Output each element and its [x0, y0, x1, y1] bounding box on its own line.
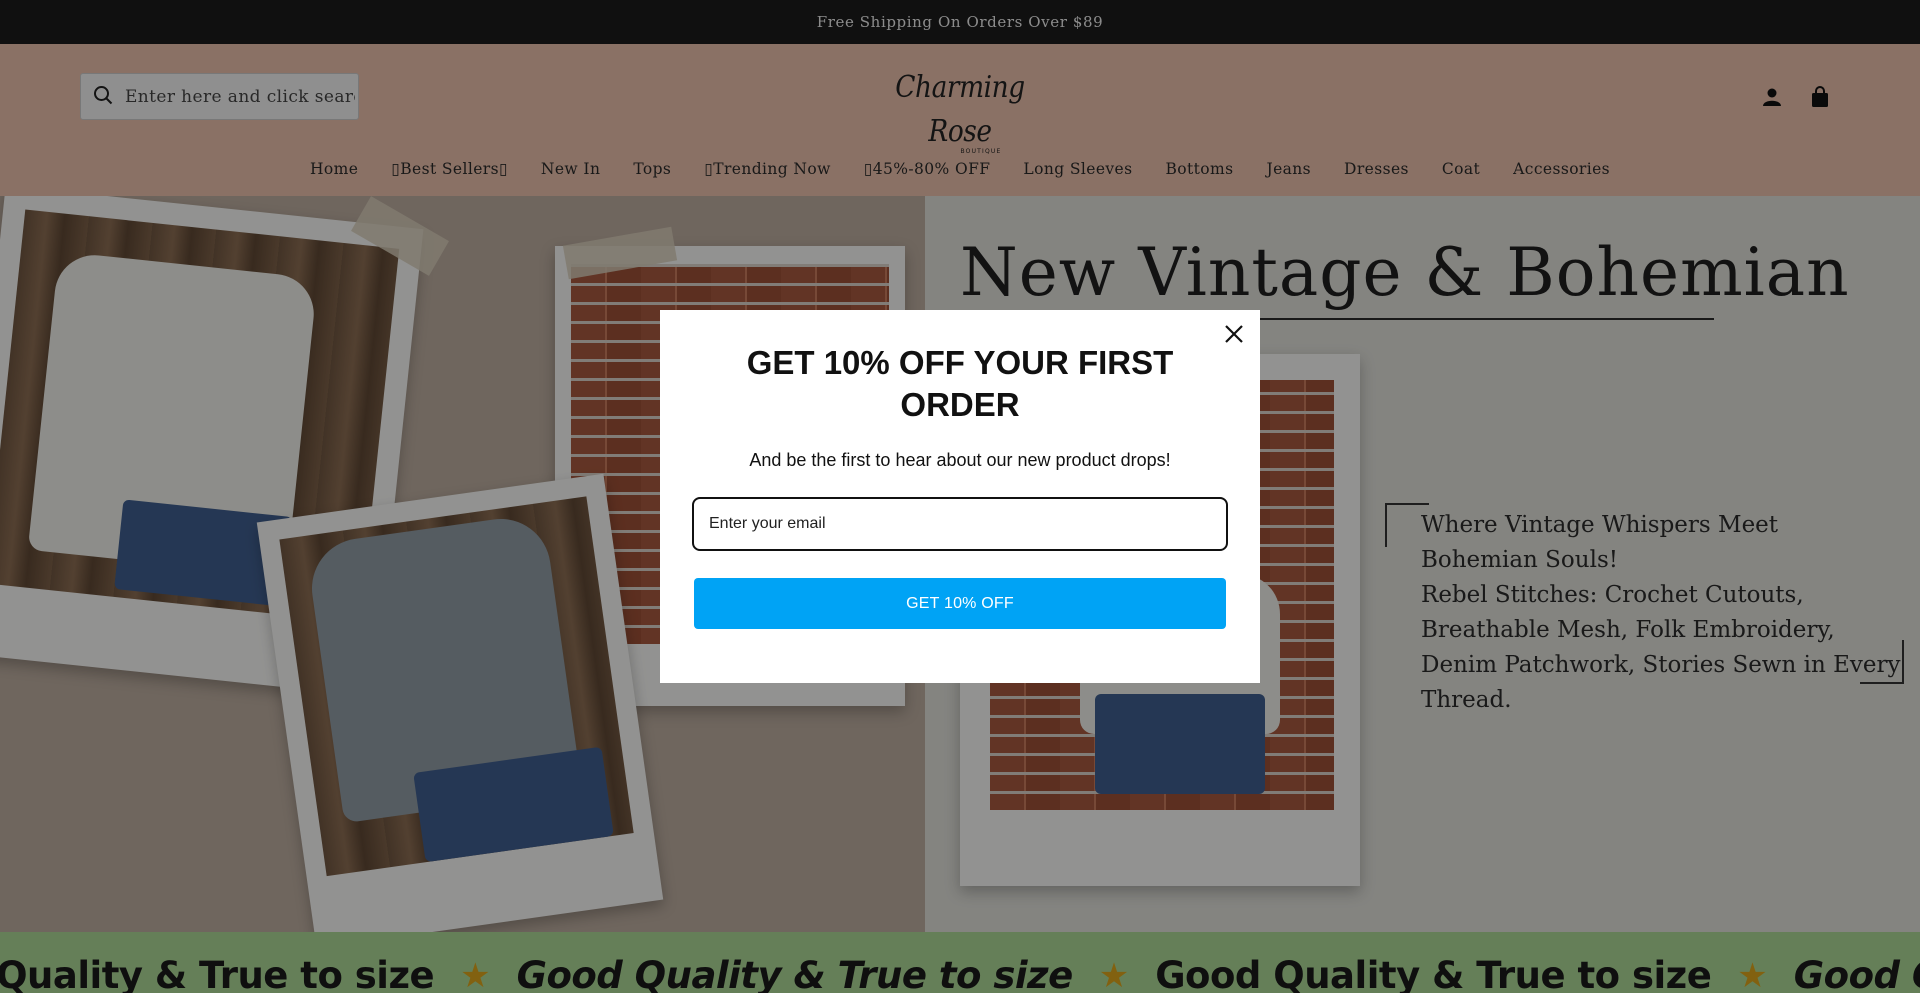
popup-subtitle: And be the first to hear about our new p…: [749, 450, 1171, 470]
get-discount-button[interactable]: GET 10% OFF: [694, 578, 1226, 629]
email-field[interactable]: [692, 497, 1228, 551]
popup-title: GET 10% OFF YOUR FIRST ORDER: [746, 344, 1174, 423]
discount-popup: GET 10% OFF YOUR FIRST ORDER And be the …: [660, 310, 1260, 683]
close-icon[interactable]: [1220, 320, 1248, 348]
